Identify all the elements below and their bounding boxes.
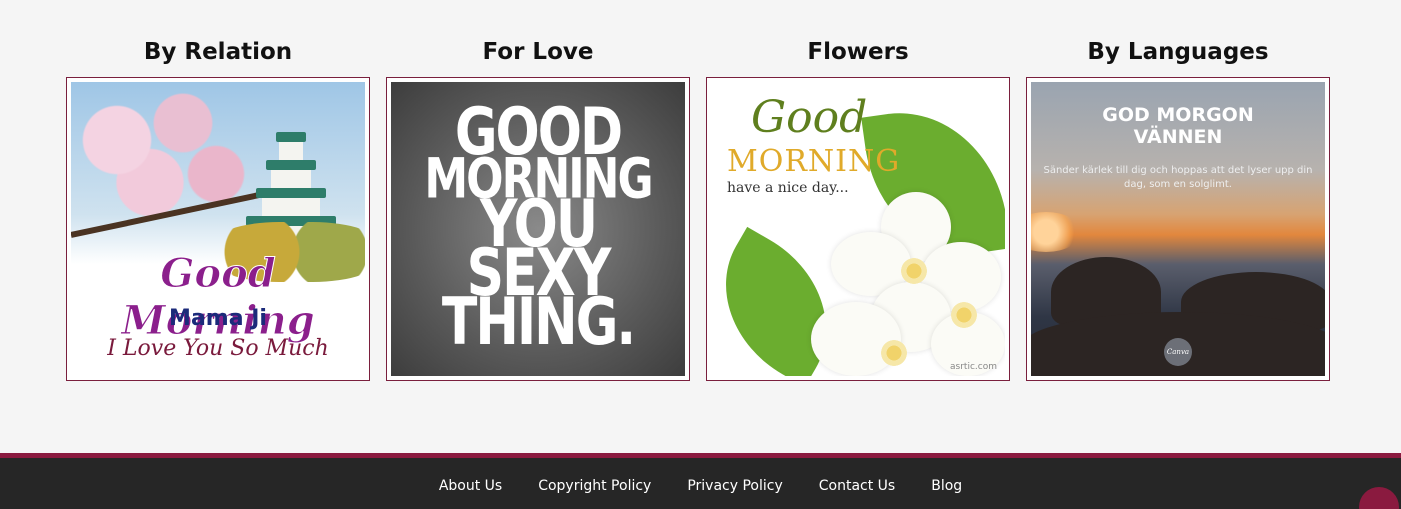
image-headline: GOD MORGON VÄNNEN <box>1031 104 1325 148</box>
sun-graphic <box>1031 212 1081 252</box>
category-title[interactable]: By Languages <box>1087 36 1268 77</box>
image-line: THING. <box>441 285 636 361</box>
image-subtitle: have a nice day... <box>727 180 849 196</box>
category-card-flowers[interactable]: Flowers Good MORNING have a nice day... … <box>706 36 1010 381</box>
image-watermark: asrtic.com <box>950 362 997 372</box>
flower-center-graphic <box>901 258 927 284</box>
flower-petal-graphic <box>811 302 901 376</box>
flower-center-graphic <box>881 340 907 366</box>
category-image-frame[interactable]: Good MORNING have a nice day... asrtic.c… <box>706 77 1010 381</box>
image-morning: MORNING <box>727 144 901 179</box>
category-image-frame[interactable]: GOOD MORNING YOU SEXY THING. <box>386 77 690 381</box>
footer-link-blog[interactable]: Blog <box>931 478 962 494</box>
category-image[interactable]: Good Morning Mama Ji I Love You So Much <box>71 82 365 376</box>
site-footer: About Us Copyright Policy Privacy Policy… <box>0 453 1401 509</box>
image-headline-line: VÄNNEN <box>1133 126 1223 148</box>
image-name: Mama Ji <box>169 306 267 331</box>
footer-link-privacy-policy[interactable]: Privacy Policy <box>687 478 782 494</box>
category-title[interactable]: For Love <box>483 36 594 77</box>
category-image-frame[interactable]: Good Morning Mama Ji I Love You So Much <box>66 77 370 381</box>
image-tagline: I Love You So Much <box>107 336 329 361</box>
flower-center-graphic <box>951 302 977 328</box>
category-image[interactable]: GOOD MORNING YOU SEXY THING. <box>391 82 685 376</box>
footer-link-contact-us[interactable]: Contact Us <box>819 478 895 494</box>
cherry-blossom-graphic <box>71 82 271 242</box>
footer-link-copyright-policy[interactable]: Copyright Policy <box>538 478 651 494</box>
image-headline-line: GOD MORGON <box>1102 104 1254 126</box>
category-title[interactable]: Flowers <box>807 36 908 77</box>
category-image-frame[interactable]: GOD MORGON VÄNNEN Sänder kärlek till dig… <box>1026 77 1330 381</box>
page: By Relation Good Morning Mama Ji I Love … <box>0 0 1401 509</box>
image-good: Good <box>751 92 868 143</box>
category-card-for-love[interactable]: For Love GOOD MORNING YOU SEXY THING. <box>386 36 690 381</box>
footer-link-about-us[interactable]: About Us <box>439 478 502 494</box>
category-image[interactable]: GOD MORGON VÄNNEN Sänder kärlek till dig… <box>1031 82 1325 376</box>
category-title[interactable]: By Relation <box>144 36 292 77</box>
footer-nav: About Us Copyright Policy Privacy Policy… <box>0 458 1401 494</box>
image-body-text: Sänder kärlek till dig och hoppas att de… <box>1043 165 1313 190</box>
canva-logo: Canva <box>1164 338 1192 366</box>
category-card-by-languages[interactable]: By Languages GOD MORGON VÄNNEN Sänder kä… <box>1026 36 1330 381</box>
category-image[interactable]: Good MORNING have a nice day... asrtic.c… <box>711 82 1005 376</box>
category-card-by-relation[interactable]: By Relation Good Morning Mama Ji I Love … <box>66 36 370 381</box>
category-grid: By Relation Good Morning Mama Ji I Love … <box>66 36 1330 381</box>
